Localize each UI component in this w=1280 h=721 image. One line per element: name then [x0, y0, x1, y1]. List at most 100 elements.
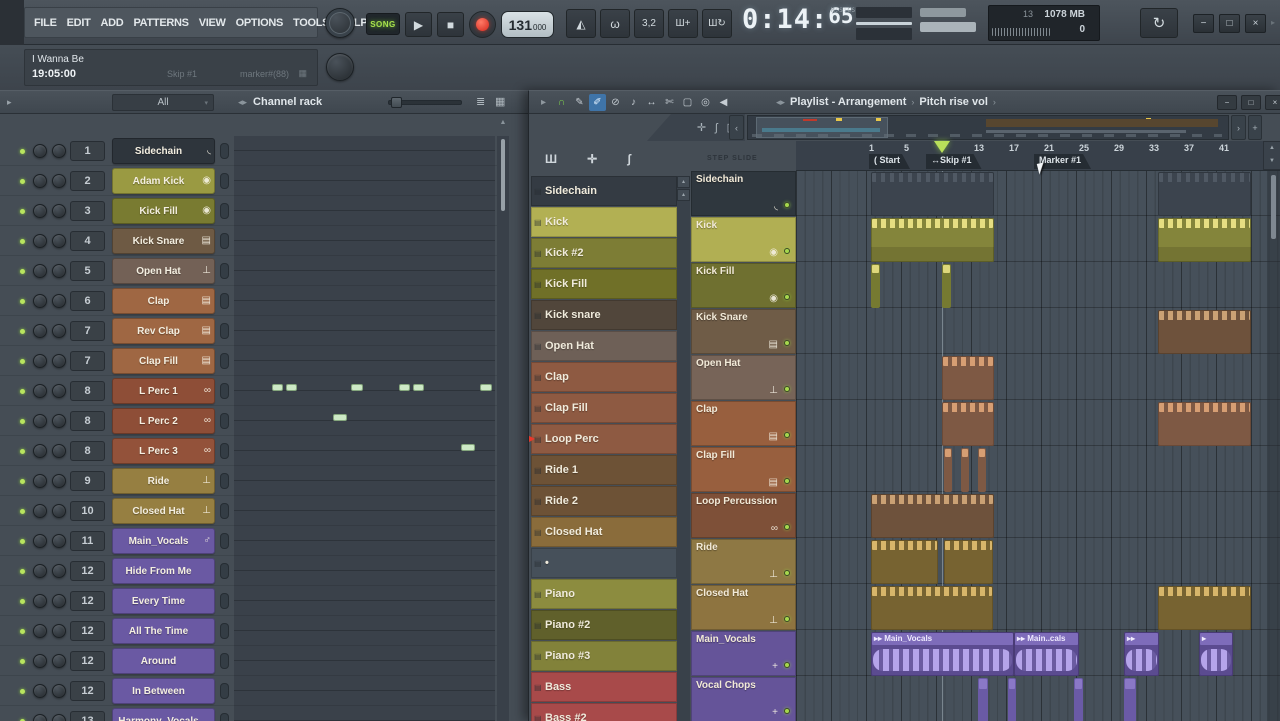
channel-mute-toggle[interactable] [220, 143, 229, 159]
playlist-track-header[interactable]: Kick Snare ▤ [691, 309, 796, 354]
channel-mute-toggle[interactable] [220, 413, 229, 429]
channel-led[interactable] [20, 479, 25, 484]
channel-pan-knob[interactable] [33, 264, 47, 278]
channel-led[interactable] [20, 299, 25, 304]
picker-item[interactable]: ▤ Kick #2 [531, 238, 677, 268]
playlist-menu-arrow[interactable]: ▸ [535, 94, 552, 111]
pattern-clip[interactable] [871, 494, 994, 538]
channel-led[interactable] [20, 449, 25, 454]
metronome-icon[interactable]: ◭ [566, 9, 596, 38]
picker-item[interactable]: ▤ Loop Perc [531, 424, 677, 454]
arrangement-name[interactable]: Pitch rise vol [919, 96, 987, 108]
channel-mixer-number[interactable]: 4 [70, 231, 105, 251]
pattern-clip[interactable] [942, 402, 994, 446]
step-cell[interactable] [480, 384, 492, 391]
channel-name-button[interactable]: Kick Snare ▤ [112, 228, 215, 254]
slice-icon[interactable]: ✄ [661, 94, 678, 111]
picker-patterns-tab[interactable]: Ш [545, 152, 557, 166]
picker-item[interactable]: ▤ Piano [531, 579, 677, 609]
playhead-marker[interactable] [934, 141, 950, 153]
playlist-track-header[interactable]: Open Hat ⊥ [691, 355, 796, 400]
channel-pan-knob[interactable] [33, 354, 47, 368]
channel-filter-dropdown[interactable]: All▾ [112, 94, 214, 111]
channel-mute-toggle[interactable] [220, 503, 229, 519]
channel-mute-toggle[interactable] [220, 293, 229, 309]
channel-pan-knob[interactable] [33, 654, 47, 668]
channel-mixer-number[interactable]: 3 [70, 201, 105, 221]
typing-keyboard-icon[interactable]: Ш+ [668, 9, 698, 38]
channel-volume-knob[interactable] [52, 174, 66, 188]
picker-item[interactable]: ▤ Kick [531, 207, 677, 237]
step-cell[interactable] [333, 414, 347, 421]
channel-name-button[interactable]: Adam Kick ◉ [112, 168, 215, 194]
timeline-marker[interactable]: ↔Skip #1 [926, 154, 982, 169]
channel-pan-knob[interactable] [33, 684, 47, 698]
channel-mute-toggle[interactable] [220, 473, 229, 489]
channel-mute-toggle[interactable] [220, 623, 229, 639]
channel-pan-knob[interactable] [33, 294, 47, 308]
channel-led[interactable] [20, 539, 25, 544]
channel-volume-knob[interactable] [52, 444, 66, 458]
channel-mute-toggle[interactable] [220, 173, 229, 189]
playlist-track-header[interactable]: Kick Fill ◉ [691, 263, 796, 308]
playlist-track-header[interactable]: Clap Fill ▤ [691, 447, 796, 492]
toolbar-more-icon[interactable]: ▸ [1271, 18, 1275, 27]
menu-item[interactable]: EDIT [62, 17, 96, 29]
picker-item[interactable]: ▤ Ride 1 [531, 455, 677, 485]
channel-mute-toggle[interactable] [220, 593, 229, 609]
playlist-track-header[interactable]: Main_Vocals + [691, 631, 796, 676]
wait-for-input-icon[interactable]: ω [600, 9, 630, 38]
channel-pan-knob[interactable] [33, 474, 47, 488]
channel-mixer-number[interactable]: 9 [70, 471, 105, 491]
channel-mixer-number[interactable]: 8 [70, 441, 105, 461]
slide-tool-icon[interactable]: ʃ [715, 122, 717, 134]
track-enable-led[interactable] [784, 248, 790, 254]
channel-mixer-number[interactable]: 7 [70, 321, 105, 341]
track-enable-led[interactable] [784, 616, 790, 622]
pattern-clip[interactable] [1158, 586, 1251, 630]
channel-name-button[interactable]: All The Time [112, 618, 215, 644]
playlist-track-header[interactable]: Loop Percussion ∞ [691, 493, 796, 538]
channel-mixer-number[interactable]: 12 [70, 591, 105, 611]
channel-mute-toggle[interactable] [220, 203, 229, 219]
picker-item[interactable]: ▤ Kick snare [531, 300, 677, 330]
playlist-track-header[interactable]: Kick ◉ [691, 217, 796, 262]
menu-item[interactable]: PATTERNS [128, 17, 193, 29]
pattern-clip[interactable]: ▸▸ Main_Vocals [871, 632, 1014, 676]
channel-volume-knob[interactable] [52, 504, 66, 518]
picker-automation-tab[interactable]: ʃ [627, 152, 631, 166]
channel-pan-knob[interactable] [33, 564, 47, 578]
channel-mixer-number[interactable]: 1 [70, 141, 105, 161]
pattern-clip[interactable] [944, 540, 993, 584]
pattern-clip[interactable] [871, 586, 993, 630]
snap-magnet-icon[interactable]: ∩ [553, 94, 570, 111]
channel-name-button[interactable]: In Between [112, 678, 215, 704]
tempo-display[interactable]: 131000 [501, 11, 554, 38]
channel-volume-knob[interactable] [52, 714, 66, 721]
step-cell[interactable] [286, 384, 297, 391]
playlist-minimize-button[interactable]: − [1217, 95, 1237, 110]
main-pitch-knob[interactable] [326, 53, 354, 81]
channel-volume-knob[interactable] [52, 324, 66, 338]
picker-item[interactable]: ▤ Closed Hat [531, 517, 677, 547]
shuffle-knob[interactable] [325, 8, 355, 38]
pattern-clip[interactable] [1074, 678, 1083, 721]
channel-pan-knob[interactable] [33, 234, 47, 248]
picker-item[interactable]: ▤ Bass [531, 672, 677, 702]
channel-led[interactable] [20, 359, 25, 364]
playlist-track-header[interactable]: Ride ⊥ [691, 539, 796, 584]
track-enable-led[interactable] [784, 478, 790, 484]
channel-mixer-number[interactable]: 6 [70, 291, 105, 311]
pattern-clip[interactable] [1158, 218, 1251, 262]
pattern-clip[interactable] [942, 356, 994, 400]
channel-mute-toggle[interactable] [220, 233, 229, 249]
pattern-clip[interactable] [942, 264, 951, 308]
swing-slider[interactable] [388, 100, 462, 105]
channel-led[interactable] [20, 659, 25, 664]
paint-brush-icon[interactable]: ✐ [589, 94, 606, 111]
picker-item[interactable]: ▤ Open Hat [531, 331, 677, 361]
record-button[interactable] [469, 11, 496, 38]
picker-item[interactable]: ▤ Bass #2 [531, 703, 677, 721]
step-cell[interactable] [413, 384, 424, 391]
pattern-clip[interactable] [944, 448, 952, 492]
